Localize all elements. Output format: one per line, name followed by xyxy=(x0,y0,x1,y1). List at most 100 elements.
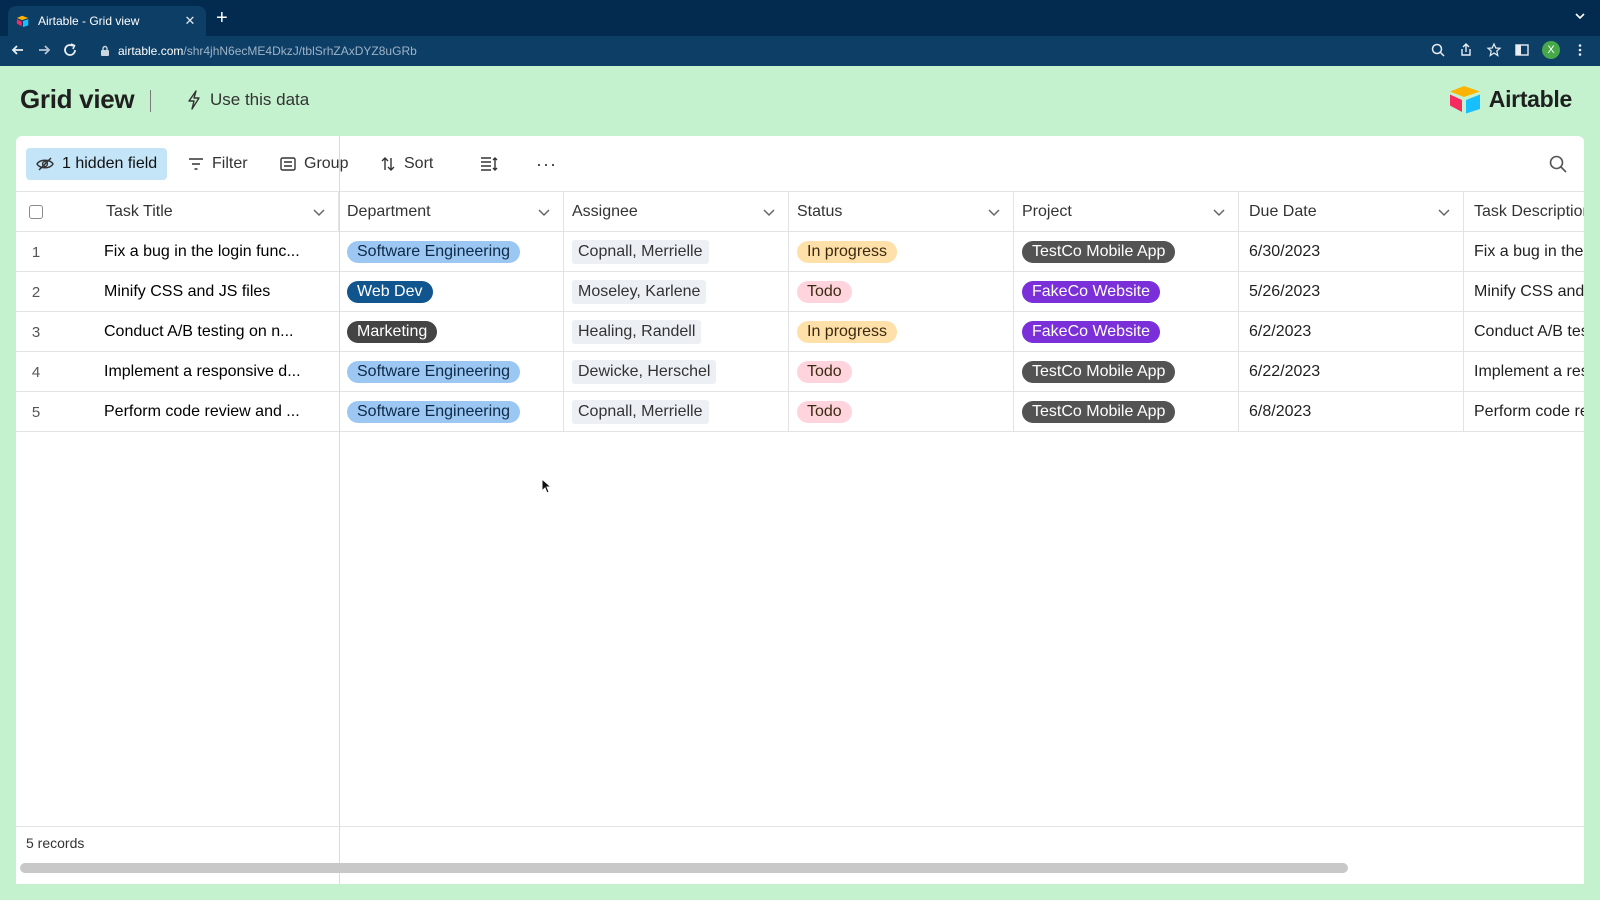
page-title: Grid view xyxy=(20,84,135,114)
airtable-brand[interactable]: Airtable xyxy=(1449,84,1572,114)
share-icon[interactable] xyxy=(1458,42,1474,58)
row-number: 1 xyxy=(31,243,41,261)
task-description-cell[interactable]: Minify CSS and JS xyxy=(1464,272,1584,312)
project-pill: TestCo Mobile App xyxy=(1022,401,1176,423)
project-pill: FakeCo Website xyxy=(1022,321,1160,343)
task-title-cell[interactable]: Perform code review and ... xyxy=(104,392,336,432)
tab-search-chevron-icon[interactable] xyxy=(1574,10,1586,22)
column-label: Project xyxy=(1022,203,1072,220)
chevron-down-icon[interactable] xyxy=(537,205,551,219)
assignee-chip: Copnall, Merrielle xyxy=(572,400,709,424)
select-all-cell[interactable] xyxy=(16,192,56,232)
assignee-cell[interactable]: Moseley, Karlene xyxy=(564,272,789,312)
column-label: Task Title xyxy=(106,203,173,220)
table-row[interactable]: 3 Conduct A/B testing on n... Marketing … xyxy=(16,312,1584,352)
department-cell[interactable]: Marketing xyxy=(339,312,564,352)
due-date-cell[interactable]: 6/8/2023 xyxy=(1239,392,1464,432)
status-cell[interactable]: Todo xyxy=(789,272,1014,312)
column-header-assignee[interactable]: Assignee xyxy=(564,192,789,232)
column-header-task-description[interactable]: Task Description xyxy=(1464,192,1584,232)
task-description-cell[interactable]: Implement a resp xyxy=(1464,352,1584,392)
column-header-due-date[interactable]: Due Date xyxy=(1239,192,1464,232)
assignee-cell[interactable]: Copnall, Merrielle xyxy=(564,232,789,272)
assignee-cell[interactable]: Healing, Randell xyxy=(564,312,789,352)
due-date-cell[interactable]: 5/26/2023 xyxy=(1239,272,1464,312)
department-cell[interactable]: Software Engineering xyxy=(339,352,564,392)
status-cell[interactable]: In progress xyxy=(789,312,1014,352)
table-row[interactable]: 2 Minify CSS and JS files Web Dev Mosele… xyxy=(16,272,1584,312)
row-number: 2 xyxy=(31,283,41,301)
task-title-cell[interactable]: Implement a responsive d... xyxy=(104,352,336,392)
department-cell[interactable]: Web Dev xyxy=(339,272,564,312)
hidden-fields-button[interactable]: 1 hidden field xyxy=(26,148,168,180)
task-description-cell[interactable]: Perform code rev xyxy=(1464,392,1584,432)
select-all-checkbox[interactable] xyxy=(29,205,43,219)
horizontal-scrollbar[interactable] xyxy=(20,863,1348,873)
project-cell[interactable]: TestCo Mobile App xyxy=(1014,232,1239,272)
sort-button[interactable]: Sort xyxy=(372,148,441,180)
chevron-down-icon[interactable] xyxy=(987,205,1001,219)
sort-label: Sort xyxy=(404,155,434,172)
task-description-cell[interactable]: Fix a bug in the lo xyxy=(1464,232,1584,272)
assignee-cell[interactable]: Copnall, Merrielle xyxy=(564,392,789,432)
task-title: Perform code review and ... xyxy=(104,403,300,420)
group-button[interactable]: Group xyxy=(272,148,356,180)
forward-arrow-icon[interactable] xyxy=(36,42,52,58)
department-pill: Software Engineering xyxy=(347,401,520,423)
use-this-data-button[interactable]: Use this data xyxy=(186,90,309,110)
chevron-down-icon[interactable] xyxy=(1437,205,1451,219)
project-cell[interactable]: FakeCo Website xyxy=(1014,312,1239,352)
status-badge: In progress xyxy=(797,241,898,263)
side-panel-icon[interactable] xyxy=(1514,42,1530,58)
column-header-task-title[interactable]: Task Title xyxy=(56,192,339,232)
project-cell[interactable]: TestCo Mobile App xyxy=(1014,352,1239,392)
chevron-down-icon[interactable] xyxy=(312,205,326,219)
new-tab-icon[interactable]: + xyxy=(216,8,228,28)
browser-menu-icon[interactable] xyxy=(1572,42,1588,58)
more-options-button[interactable]: ··· xyxy=(528,148,565,180)
chevron-down-icon[interactable] xyxy=(1212,205,1226,219)
column-header-project[interactable]: Project xyxy=(1014,192,1239,232)
due-date-cell[interactable]: 6/2/2023 xyxy=(1239,312,1464,352)
due-date-cell[interactable]: 6/30/2023 xyxy=(1239,232,1464,272)
chevron-down-icon[interactable] xyxy=(762,205,776,219)
filter-icon xyxy=(189,158,203,170)
status-cell[interactable]: Todo xyxy=(789,392,1014,432)
column-header-department[interactable]: Department xyxy=(339,192,564,232)
row-number: 5 xyxy=(31,403,41,421)
department-cell[interactable]: Software Engineering xyxy=(339,232,564,272)
project-cell[interactable]: TestCo Mobile App xyxy=(1014,392,1239,432)
back-arrow-icon[interactable] xyxy=(10,42,26,58)
frozen-column-divider xyxy=(339,136,340,884)
search-icon[interactable] xyxy=(1548,154,1568,174)
table-row[interactable]: 5 Perform code review and ... Software E… xyxy=(16,392,1584,432)
table-row[interactable]: 1 Fix a bug in the login func... Softwar… xyxy=(16,232,1584,272)
row-height-button[interactable] xyxy=(472,148,514,180)
column-header-status[interactable]: Status xyxy=(789,192,1014,232)
reload-icon[interactable] xyxy=(62,42,78,58)
table-row[interactable]: 4 Implement a responsive d... Software E… xyxy=(16,352,1584,392)
status-cell[interactable]: In progress xyxy=(789,232,1014,272)
project-cell[interactable]: FakeCo Website xyxy=(1014,272,1239,312)
filter-label: Filter xyxy=(212,155,248,172)
due-date-cell[interactable]: 6/22/2023 xyxy=(1239,352,1464,392)
filter-button[interactable]: Filter xyxy=(180,148,256,180)
column-label: Due Date xyxy=(1249,203,1317,220)
url-field[interactable]: airtable.com /shr4jhN6ecME4DkzJ/tblSrhZA… xyxy=(100,44,417,58)
task-title: Minify CSS and JS files xyxy=(104,283,271,300)
assignee-cell[interactable]: Dewicke, Herschel xyxy=(564,352,789,392)
bookmark-star-icon[interactable] xyxy=(1486,42,1502,58)
profile-avatar[interactable]: X xyxy=(1542,41,1560,59)
zoom-icon[interactable] xyxy=(1430,42,1446,58)
status-cell[interactable]: Todo xyxy=(789,352,1014,392)
record-count: 5 records xyxy=(26,835,85,851)
browser-tab-active[interactable]: Airtable - Grid view ✕ xyxy=(8,6,206,36)
task-title-cell[interactable]: Minify CSS and JS files xyxy=(104,272,336,312)
tab-close-icon[interactable]: ✕ xyxy=(182,13,198,29)
task-title-cell[interactable]: Conduct A/B testing on n... xyxy=(104,312,336,352)
brand-name: Airtable xyxy=(1488,85,1573,112)
task-description-cell[interactable]: Conduct A/B test xyxy=(1464,312,1584,352)
grid-footer: 5 records xyxy=(16,826,1584,884)
department-cell[interactable]: Software Engineering xyxy=(339,392,564,432)
task-title-cell[interactable]: Fix a bug in the login func... xyxy=(104,232,336,272)
